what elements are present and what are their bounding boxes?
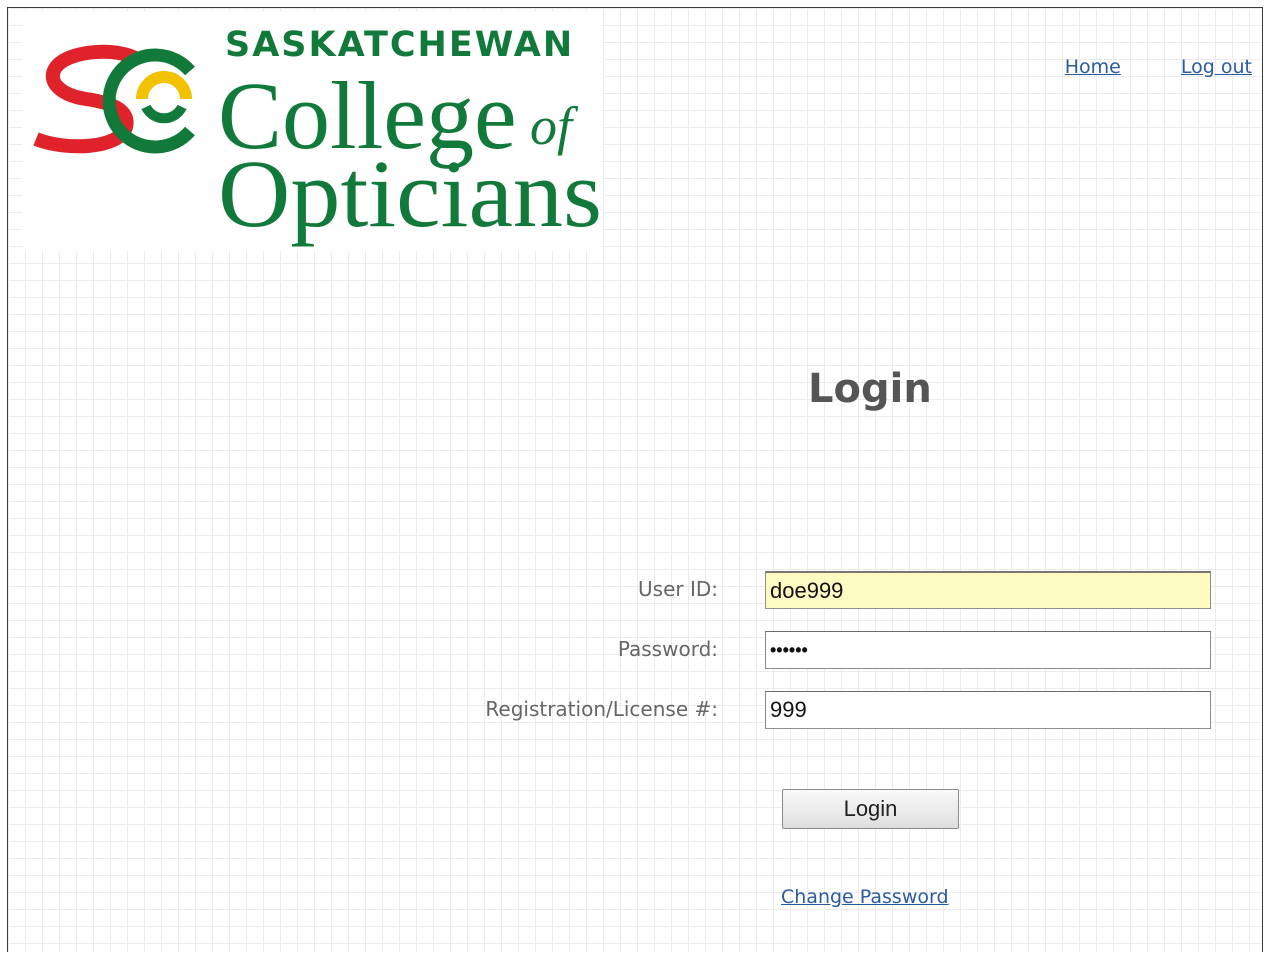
password-input[interactable]: ••••••: [765, 631, 1211, 669]
sc-monogram-icon: [33, 44, 195, 154]
user-id-row: User ID: doe999: [8, 571, 1228, 609]
login-button[interactable]: Login: [782, 789, 959, 829]
user-id-input[interactable]: doe999: [765, 571, 1211, 609]
logo-line1: SASKATCHEWAN: [225, 25, 574, 65]
license-label: Registration/License #:: [485, 697, 718, 721]
college-logo: SASKATCHEWAN College of Opticians: [22, 11, 602, 251]
page-frame: SASKATCHEWAN College of Opticians Home L…: [7, 7, 1263, 952]
logo-line3: Opticians: [218, 140, 602, 247]
page-title: Login: [808, 366, 932, 412]
home-link[interactable]: Home: [1065, 56, 1121, 78]
user-id-label: User ID:: [638, 577, 718, 601]
logo-graphic: SASKATCHEWAN College of Opticians: [33, 25, 602, 247]
license-row: Registration/License #: 999: [8, 691, 1228, 729]
logout-link[interactable]: Log out: [1181, 56, 1252, 78]
change-password-link[interactable]: Change Password: [781, 886, 949, 908]
password-row: Password: ••••••: [8, 631, 1228, 669]
password-label: Password:: [617, 637, 718, 661]
license-input[interactable]: 999: [765, 691, 1211, 729]
top-nav: Home Log out: [1011, 56, 1252, 78]
